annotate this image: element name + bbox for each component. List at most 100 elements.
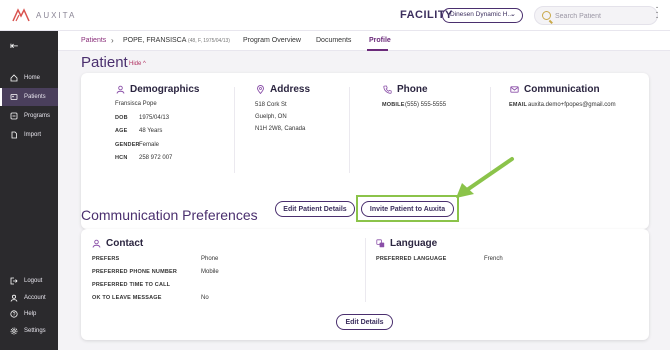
hcn-value: 258 972 007 bbox=[139, 155, 173, 161]
main-content: Patients › POPE, FRANSISCA (48, F, 1975/… bbox=[58, 31, 670, 350]
address-title-text: Address bbox=[270, 84, 311, 95]
more-menu-icon[interactable]: · · · bbox=[654, 3, 660, 23]
sidebar-item-label: Home bbox=[24, 75, 41, 81]
sidebar-item-help[interactable]: ? Help bbox=[0, 305, 58, 323]
search-icon bbox=[542, 11, 551, 20]
patient-card: Demographics Fransisca Pope DOB 1975/04/… bbox=[81, 73, 649, 229]
breadcrumb-patients-link[interactable]: Patients bbox=[81, 37, 106, 44]
top-header: AUXITA FACILITY Dinesen Dynamic H... ⌄ ·… bbox=[0, 0, 670, 31]
contact-title-text: Contact bbox=[106, 238, 144, 249]
annotation-arrow-icon bbox=[456, 157, 514, 198]
sidebar-item-programs[interactable]: Programs bbox=[0, 107, 58, 125]
active-tab-indicator bbox=[367, 49, 388, 51]
facility-select[interactable]: Dinesen Dynamic H... ⌄ bbox=[442, 8, 523, 23]
settings-icon bbox=[10, 327, 18, 335]
home-icon bbox=[10, 74, 18, 82]
page-title: Patient bbox=[81, 54, 128, 71]
prefers-label: PREFERS bbox=[92, 256, 120, 262]
dob-value: 1975/04/13 bbox=[139, 115, 170, 121]
patients-icon bbox=[10, 93, 18, 101]
breadcrumb-tab-bar: Patients › POPE, FRANSISCA (48, F, 1975/… bbox=[58, 31, 670, 51]
age-label: AGE bbox=[115, 128, 128, 134]
sidebar-item-import[interactable]: Import bbox=[0, 126, 58, 144]
chevron-right-icon: › bbox=[111, 36, 114, 45]
email-value: auxita.demo+fpopes@gmail.com bbox=[528, 102, 616, 108]
address-line-1: 518 Cork St bbox=[255, 102, 287, 108]
preferred-language-label: PREFERRED LANGUAGE bbox=[376, 256, 447, 262]
prefers-value: Phone bbox=[201, 256, 219, 262]
dob-label: DOB bbox=[115, 115, 128, 121]
mobile-label: MOBILE bbox=[382, 102, 405, 108]
account-icon bbox=[10, 294, 18, 302]
ok-to-leave-message-value: No bbox=[201, 295, 209, 301]
address-line-3: N1H 2W8, Canada bbox=[255, 126, 306, 132]
contact-title: Contact bbox=[92, 238, 143, 249]
auxita-logo-icon bbox=[12, 8, 30, 22]
person-icon bbox=[92, 239, 101, 248]
mobile-value: (555) 555-5555 bbox=[405, 102, 447, 108]
tab-profile[interactable]: Profile bbox=[369, 37, 391, 44]
help-icon: ? bbox=[10, 310, 18, 318]
phone-title-text: Phone bbox=[397, 84, 428, 95]
language-title: Language bbox=[376, 238, 437, 249]
address-line-2: Guelph, ON bbox=[255, 114, 287, 120]
programs-icon bbox=[10, 112, 18, 120]
mail-icon bbox=[510, 85, 519, 94]
column-divider bbox=[365, 238, 366, 302]
patient-name: POPE, FRANSISCA bbox=[123, 37, 187, 44]
chevron-down-icon: ⌄ bbox=[510, 11, 516, 18]
sidebar: ⇤ Home Patients Programs Import Logout A… bbox=[0, 31, 58, 350]
facility-value: Dinesen Dynamic H... bbox=[450, 11, 513, 18]
communication-title: Communication bbox=[510, 84, 600, 95]
sidebar-item-logout[interactable]: Logout bbox=[0, 272, 58, 290]
patient-meta: (48, F, 1975/04/13) bbox=[187, 38, 230, 44]
communication-title-text: Communication bbox=[524, 84, 600, 95]
email-label: EMAIL bbox=[509, 102, 528, 108]
demographics-title-text: Demographics bbox=[130, 84, 200, 95]
tab-documents[interactable]: Documents bbox=[316, 37, 351, 44]
collapse-sidebar-icon[interactable]: ⇤ bbox=[10, 41, 18, 52]
hide-toggle-link[interactable]: Hide ^ bbox=[129, 61, 146, 67]
import-icon bbox=[10, 131, 18, 139]
tab-program-overview[interactable]: Program Overview bbox=[243, 37, 301, 44]
column-divider bbox=[234, 87, 235, 173]
logout-icon bbox=[10, 277, 18, 285]
age-value: 48 Years bbox=[139, 128, 163, 134]
edit-details-button[interactable]: Edit Details bbox=[336, 314, 393, 330]
person-icon bbox=[116, 85, 125, 94]
gender-value: Female bbox=[139, 142, 160, 148]
hcn-label: HCN bbox=[115, 155, 128, 161]
sidebar-item-settings[interactable]: Settings bbox=[0, 322, 58, 340]
demographics-title: Demographics bbox=[116, 84, 199, 95]
sidebar-item-label: Help bbox=[24, 311, 37, 317]
language-title-text: Language bbox=[390, 238, 438, 249]
logo-text: AUXITA bbox=[36, 10, 77, 20]
sidebar-item-patients[interactable]: Patients bbox=[0, 88, 58, 106]
language-icon bbox=[376, 239, 385, 248]
breadcrumb-patient-name: POPE, FRANSISCA (48, F, 1975/04/13) bbox=[123, 37, 230, 44]
logo: AUXITA bbox=[12, 8, 76, 22]
sidebar-item-label: Programs bbox=[24, 113, 51, 119]
preferred-language-value: French bbox=[484, 256, 503, 262]
sidebar-item-label: Settings bbox=[24, 328, 46, 334]
demographics-name: Fransisca Pope bbox=[115, 101, 157, 107]
phone-title: Phone bbox=[383, 84, 428, 95]
address-title: Address bbox=[256, 84, 310, 95]
communication-preferences-title: Communication Preferences bbox=[81, 207, 258, 223]
edit-patient-details-button[interactable]: Edit Patient Details bbox=[275, 201, 355, 217]
phone-icon bbox=[383, 85, 392, 94]
ok-to-leave-message-label: OK TO LEAVE MESSAGE bbox=[92, 295, 162, 301]
communication-preferences-card: Contact PREFERS Phone PREFERRED PHONE NU… bbox=[81, 229, 649, 340]
preferred-time-label: PREFERRED TIME TO CALL bbox=[92, 282, 171, 288]
search-input[interactable] bbox=[555, 10, 651, 22]
column-divider bbox=[349, 87, 350, 173]
sidebar-item-label: Logout bbox=[24, 278, 43, 284]
svg-text:?: ? bbox=[13, 312, 16, 318]
search-box[interactable] bbox=[534, 6, 658, 25]
sidebar-item-label: Patients bbox=[24, 94, 46, 100]
sidebar-item-label: Account bbox=[24, 295, 46, 301]
sidebar-item-home[interactable]: Home bbox=[0, 69, 58, 87]
invite-patient-button[interactable]: Invite Patient to Auxita bbox=[361, 201, 454, 217]
sidebar-item-label: Import bbox=[24, 132, 42, 138]
gender-label: GENDER bbox=[115, 142, 140, 148]
